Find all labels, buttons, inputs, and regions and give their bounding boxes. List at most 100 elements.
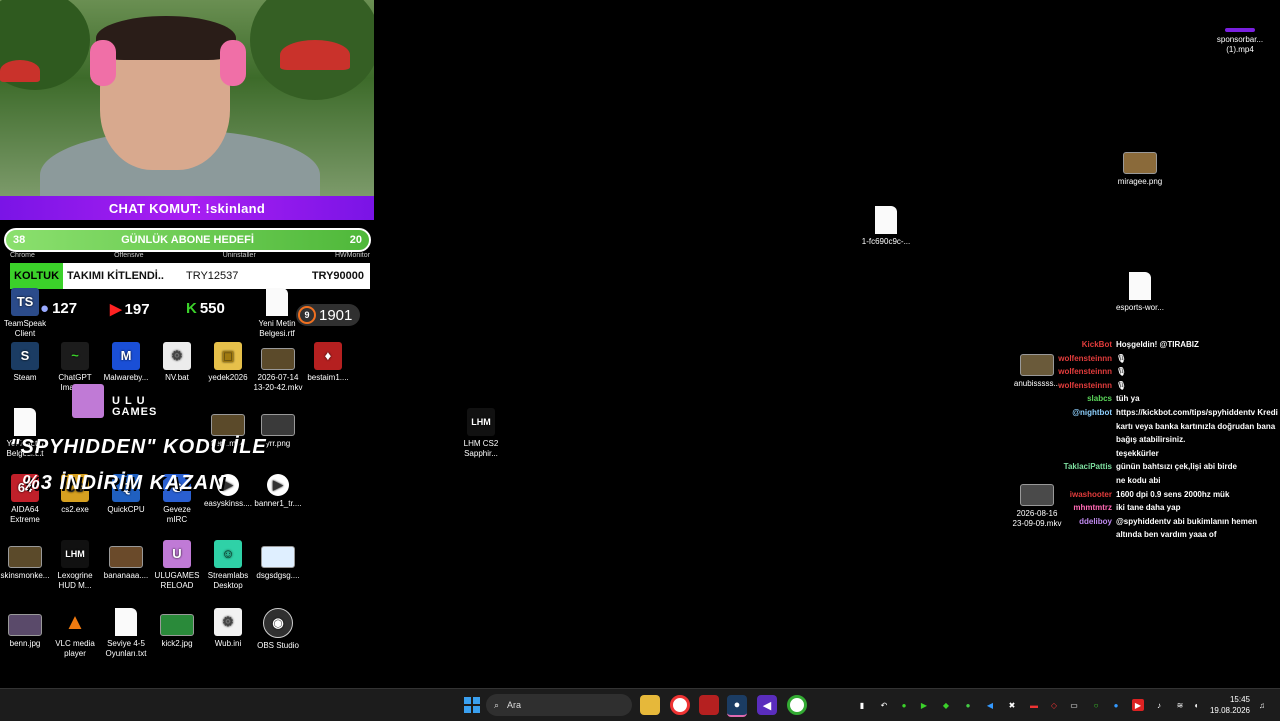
search-placeholder: Ara bbox=[507, 700, 522, 710]
video-thumbnail-icon bbox=[211, 414, 245, 436]
wifi-icon[interactable]: ≋ bbox=[1174, 699, 1186, 711]
usb-icon[interactable]: ▮ bbox=[856, 699, 868, 711]
lexogrine-shortcut[interactable]: LHM Lexogrine HUD M... bbox=[50, 540, 100, 591]
chat-message: wolfensteinnn 🎙 bbox=[1006, 352, 1278, 366]
monitor-icon[interactable]: ▭ bbox=[1068, 699, 1080, 711]
chat-text: 🎙 bbox=[1116, 380, 1127, 390]
obs-icon: ◉ bbox=[263, 608, 293, 638]
cut-icon-labels: Chrome Offensive Uninstaller HWMonitor bbox=[10, 252, 370, 259]
esports-file-shortcut[interactable]: esports-wor... bbox=[1115, 272, 1165, 313]
document-icon bbox=[875, 206, 897, 234]
gear-icon: ⚙ bbox=[163, 342, 191, 370]
shield-icon[interactable]: ◇ bbox=[1048, 699, 1060, 711]
tool-icon[interactable]: ✖ bbox=[1006, 699, 1018, 711]
vlc-shortcut[interactable]: ▲ VLC media player bbox=[50, 608, 100, 659]
chat-message: mhmtmtrz iki tane daha yap bbox=[1006, 501, 1278, 515]
icon-label: TeamSpeak Client bbox=[3, 319, 47, 338]
icon-label: Wub.ini bbox=[214, 639, 242, 648]
banana-shortcut[interactable]: bananaaa.... bbox=[101, 540, 151, 581]
nv-bat-shortcut[interactable]: ⚙ NV.bat bbox=[152, 342, 202, 383]
microphone-icon[interactable]: ♪ bbox=[1153, 699, 1165, 711]
icon-label: Lexogrine HUD M... bbox=[57, 571, 93, 590]
alert-bar: KOLTUK TAKIMI KİTLENDİ.. TRY12537 TRY900… bbox=[10, 263, 370, 289]
voicemeeter-icon[interactable] bbox=[699, 695, 719, 715]
document-icon bbox=[1129, 272, 1151, 300]
fc690c-file-shortcut[interactable]: 1-fc690c9c-... bbox=[861, 206, 911, 247]
chrome-profile-icon[interactable] bbox=[787, 695, 807, 715]
visual-studio-icon[interactable]: ◀ bbox=[757, 695, 777, 715]
date-text: 19.08.2026 bbox=[1209, 706, 1250, 715]
ulugames-shortcut[interactable]: U ULUGAMES RELOAD bbox=[152, 540, 202, 591]
kick-count: 550 bbox=[199, 300, 225, 317]
time-text: 15:45 bbox=[1229, 695, 1250, 704]
seviye-txt-shortcut[interactable]: Seviye 4-5 Oyunları.txt bbox=[101, 608, 151, 659]
volume-icon[interactable]: ◖ bbox=[1190, 699, 1202, 711]
teamspeak-shortcut[interactable]: TS TeamSpeak Client bbox=[0, 288, 50, 339]
kick-icon: K bbox=[186, 300, 197, 317]
steam-shortcut[interactable]: S Steam bbox=[0, 342, 50, 383]
lhm-cs2-shortcut[interactable]: LHM LHM CS2 Sapphir... bbox=[456, 408, 506, 459]
file-explorer-icon[interactable] bbox=[640, 695, 660, 715]
youtube-tray-icon[interactable]: ▶ bbox=[1132, 699, 1144, 711]
image-thumbnail-icon bbox=[261, 414, 295, 436]
skinsmonkey-shortcut[interactable]: skinsmonke... bbox=[0, 540, 50, 581]
nvidia-icon[interactable]: ◆ bbox=[940, 699, 952, 711]
circle-icon[interactable]: ○ bbox=[1090, 699, 1102, 711]
icon-label: bestaim1.... bbox=[307, 373, 349, 382]
steam-icon[interactable]: ● bbox=[727, 695, 747, 717]
icon-label: easyskinss.... bbox=[203, 499, 252, 508]
yedek-folder[interactable]: ▣ yedek2026 bbox=[203, 342, 253, 383]
chrome-icon[interactable] bbox=[670, 695, 690, 715]
folder-icon: ▣ bbox=[214, 342, 242, 370]
kick2-jpg-shortcut[interactable]: kick2.jpg bbox=[152, 608, 202, 649]
teamspeak-icon: TS bbox=[11, 288, 39, 316]
benn-jpg-shortcut[interactable]: benn.jpg bbox=[0, 608, 50, 649]
bestaim-shortcut[interactable]: ♦ bestaim1.... bbox=[303, 342, 353, 383]
image-thumbnail-icon bbox=[8, 614, 42, 636]
sponsorbar-video-shortcut[interactable]: sponsorbar... (1).mp4 bbox=[1215, 28, 1265, 55]
arrow-icon[interactable]: ↶ bbox=[878, 699, 890, 711]
chat-message: iwashooter 1600 dpi 0.9 sens 2000hz mük bbox=[1006, 488, 1278, 502]
headset-left bbox=[90, 40, 116, 86]
dsgsdgsg-shortcut[interactable]: dsgsdgsg.... bbox=[253, 540, 303, 581]
obs-shortcut[interactable]: ◉ OBS Studio bbox=[253, 608, 303, 651]
icon-label: Seviye 4-5 Oyunları.txt bbox=[105, 639, 147, 658]
notification-bell-icon[interactable]: ♫ bbox=[1256, 699, 1268, 711]
text-document-shortcut[interactable]: Yeni Metin Belgesi.rtf bbox=[252, 288, 302, 339]
taskbar: ⌕ Ara ● ◀ ▮ ↶ ● ▶ ◆ ● ◀ ✖ ▬ ◇ ▭ ○ ● ▶ ♪ … bbox=[0, 688, 1280, 721]
chat-text: Hoşgeldin! @TIRABIZ bbox=[1116, 340, 1199, 349]
taskbar-search-box[interactable]: ⌕ Ara bbox=[486, 694, 632, 716]
search-icon: ⌕ bbox=[494, 699, 500, 710]
image-thumbnail-icon bbox=[261, 546, 295, 568]
youtube-icon: ▶ bbox=[110, 301, 122, 318]
malwarebytes-shortcut[interactable]: M Malwareby... bbox=[101, 342, 151, 383]
lhm-icon: LHM bbox=[467, 408, 495, 436]
chat-text: 1600 dpi 0.9 sens 2000hz mük bbox=[1116, 489, 1230, 499]
chrome-tray-icon[interactable]: ● bbox=[962, 699, 974, 711]
kick-stat: K 550 bbox=[186, 300, 225, 317]
banner-video-shortcut[interactable]: ▶ banner1_tr.... bbox=[253, 474, 303, 509]
clock[interactable]: 15:45 19.08.2026 bbox=[1210, 694, 1250, 716]
steam-tray-icon[interactable]: ● bbox=[1110, 699, 1122, 711]
wub-ini-shortcut[interactable]: ⚙ Wub.ini bbox=[203, 608, 253, 649]
miragee-png-shortcut[interactable]: miragee.png bbox=[1115, 146, 1165, 187]
play-tray-icon[interactable]: ▶ bbox=[918, 699, 930, 711]
chat-username: wolfensteinnn bbox=[1058, 367, 1112, 377]
video-file-shortcut[interactable]: 2026-07-14 13-20-42.mkv bbox=[253, 342, 303, 393]
youtube-stat: ▶ 197 bbox=[110, 300, 150, 319]
image-thumbnail-icon bbox=[8, 546, 42, 568]
icon-label: VLC media player bbox=[55, 639, 95, 658]
goal-current: 38 bbox=[13, 234, 26, 246]
icon-label: yedek2026 bbox=[208, 373, 248, 382]
image-thumbnail-icon bbox=[109, 546, 143, 568]
streamlabs-shortcut[interactable]: ☺ Streamlabs Desktop bbox=[203, 540, 253, 591]
chat-username: slabcs bbox=[1087, 394, 1112, 404]
windows-start-icon[interactable] bbox=[462, 695, 482, 715]
kick-tray-icon[interactable]: ● bbox=[898, 699, 910, 711]
record-icon[interactable]: ▬ bbox=[1028, 699, 1040, 711]
icon-label: LHM CS2 Sapphir... bbox=[463, 439, 499, 458]
visual-studio-tray-icon[interactable]: ◀ bbox=[984, 699, 996, 711]
chat-message: ne kodu abi bbox=[1006, 474, 1278, 488]
image-icon: ~ bbox=[61, 342, 89, 370]
chat-username: KickBot bbox=[1081, 340, 1112, 349]
